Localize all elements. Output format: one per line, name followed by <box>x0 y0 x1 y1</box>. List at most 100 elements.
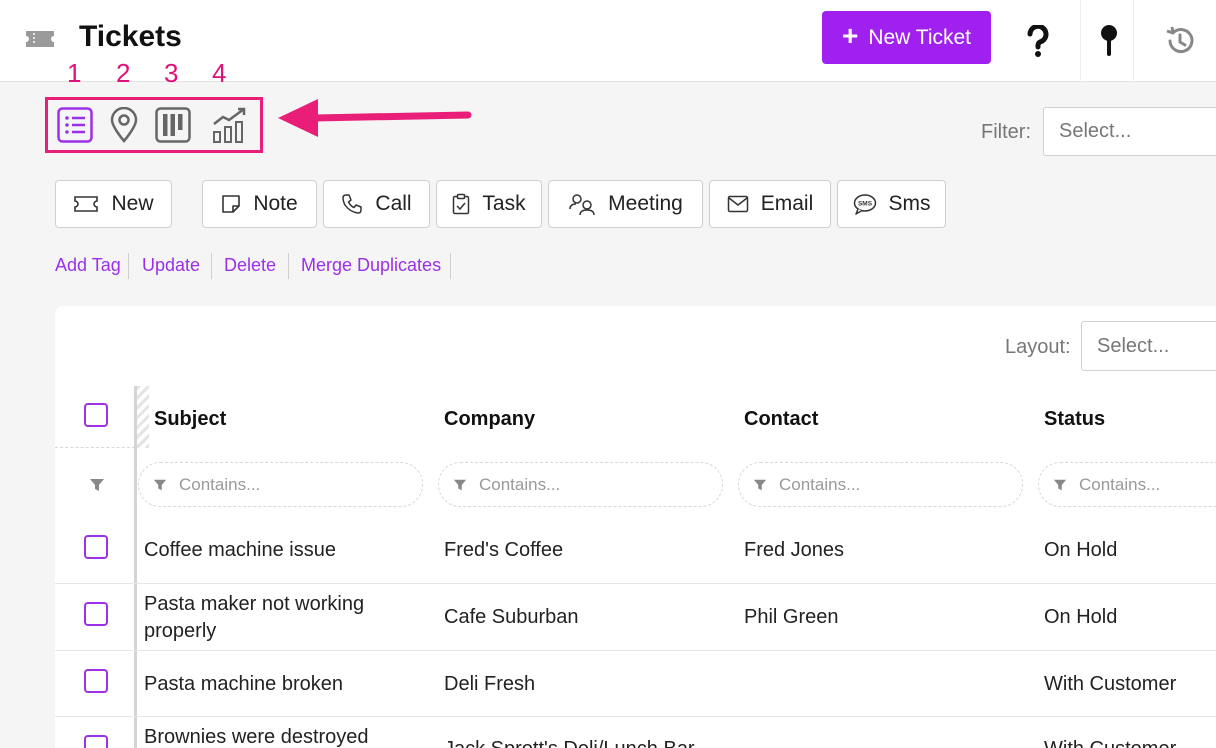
filter-select[interactable]: Select... <box>1043 107 1216 156</box>
new-button-label: New <box>111 192 154 215</box>
svg-text:SMS: SMS <box>857 201 872 208</box>
history-icon <box>1166 26 1194 54</box>
layout-label: Layout: <box>1005 336 1071 358</box>
help-button[interactable] <box>1010 0 1066 82</box>
chart-view-icon <box>213 107 246 143</box>
cell-status: With Customer <box>1044 673 1177 695</box>
row-checkbox[interactable] <box>84 669 108 693</box>
link-separator <box>450 253 451 279</box>
envelope-icon <box>727 195 748 213</box>
row-checkbox[interactable] <box>84 602 108 626</box>
column-header-subject[interactable]: Subject <box>154 408 226 431</box>
meeting-button[interactable]: Meeting <box>548 180 703 228</box>
filter-icon <box>753 479 767 490</box>
ticket-outline-icon <box>74 196 99 212</box>
layout-select[interactable]: Select... <box>1081 321 1216 371</box>
sms-button-label: Sms <box>888 192 931 215</box>
filter-icon <box>1053 479 1067 490</box>
cell-subject[interactable]: Pasta machine broken <box>144 671 343 698</box>
sms-icon: SMS <box>853 194 876 215</box>
plus-icon: + <box>841 19 859 51</box>
board-view-button[interactable] <box>154 106 192 144</box>
row-divider <box>55 650 1216 651</box>
cell-subject[interactable]: Pasta maker not working properly <box>144 591 414 645</box>
email-button[interactable]: Email <box>709 180 831 228</box>
call-button[interactable]: Call <box>323 180 430 228</box>
header-divider <box>55 447 135 448</box>
clipboard-check-icon <box>453 193 470 215</box>
annotation-arrow <box>278 99 472 137</box>
select-all-checkbox[interactable] <box>84 403 108 427</box>
annotation-number: 1 <box>67 58 82 88</box>
sms-button[interactable]: SMS Sms <box>837 180 946 228</box>
annotation-number: 4 <box>212 58 227 88</box>
column-header-status[interactable]: Status <box>1044 408 1105 431</box>
filter-icon <box>453 479 467 490</box>
page-title: Tickets <box>79 20 182 53</box>
board-view-icon <box>155 107 191 143</box>
update-link[interactable]: Update <box>142 255 200 276</box>
row-checkbox[interactable] <box>84 535 108 559</box>
frozen-column-divider <box>134 386 137 748</box>
list-view-icon <box>57 107 93 143</box>
cell-contact: Phil Green <box>744 606 839 628</box>
meeting-button-label: Meeting <box>608 192 683 215</box>
column-header-company[interactable]: Company <box>444 408 535 431</box>
add-tag-link[interactable]: Add Tag <box>55 255 121 276</box>
task-button[interactable]: Task <box>436 180 542 228</box>
header-divider <box>1133 0 1134 82</box>
company-filter-input[interactable]: Contains... <box>438 462 723 507</box>
note-icon <box>222 195 241 213</box>
cell-company: Fred's Coffee <box>444 539 564 561</box>
list-view-button[interactable] <box>56 106 94 144</box>
new-button[interactable]: New <box>55 180 172 228</box>
cell-company: Cafe Suburban <box>444 606 579 628</box>
filter-placeholder: Contains... <box>179 474 261 494</box>
row-divider <box>55 716 1216 717</box>
column-header-contact[interactable]: Contact <box>744 408 818 431</box>
cell-status: On Hold <box>1044 606 1118 628</box>
chart-view-button[interactable] <box>211 106 249 144</box>
link-separator <box>128 253 129 279</box>
filter-icon[interactable] <box>89 477 105 493</box>
page-header: Tickets + New Ticket <box>0 0 1216 82</box>
link-separator <box>288 253 289 279</box>
map-view-icon <box>110 107 138 143</box>
filter-placeholder: Contains... <box>1079 474 1161 494</box>
link-separator <box>211 253 212 279</box>
filter-placeholder: Contains... <box>479 474 561 494</box>
filter-icon <box>153 479 167 490</box>
cell-status: On Hold <box>1044 539 1118 561</box>
annotation-number: 3 <box>164 58 179 88</box>
contact-filter-input[interactable]: Contains... <box>738 462 1023 507</box>
cell-subject[interactable]: Brownies were destroyed <box>144 724 369 748</box>
pin-icon <box>1101 25 1117 56</box>
ticket-icon <box>26 31 54 47</box>
note-button[interactable]: Note <box>202 180 317 228</box>
subject-filter-input[interactable]: Contains... <box>138 462 423 507</box>
merge-duplicates-link[interactable]: Merge Duplicates <box>301 255 441 276</box>
status-filter-input[interactable]: Contains... <box>1038 462 1216 507</box>
layout-select-placeholder: Select... <box>1097 334 1170 357</box>
cell-status: With Customer <box>1044 736 1176 748</box>
history-button[interactable] <box>1152 0 1208 82</box>
phone-icon <box>342 194 363 214</box>
new-ticket-button[interactable]: + New Ticket <box>822 11 991 64</box>
filter-select-placeholder: Select... <box>1059 120 1132 142</box>
help-icon <box>1027 25 1049 57</box>
meeting-icon <box>569 194 595 216</box>
email-button-label: Email <box>760 192 814 215</box>
row-checkbox[interactable] <box>84 735 108 748</box>
cell-contact: Fred Jones <box>744 539 845 561</box>
delete-link[interactable]: Delete <box>224 255 276 276</box>
column-resize-handle[interactable] <box>137 386 149 448</box>
note-button-label: Note <box>253 192 298 215</box>
cell-subject[interactable]: Coffee machine issue <box>144 537 336 564</box>
new-ticket-label: New Ticket <box>868 25 972 49</box>
pin-button[interactable] <box>1081 0 1137 82</box>
row-divider <box>55 583 1216 584</box>
filter-placeholder: Contains... <box>779 474 861 494</box>
cell-company: Jack Sprott's Deli/Lunch Bar <box>444 736 714 748</box>
map-view-button[interactable] <box>105 106 143 144</box>
cell-company: Deli Fresh <box>444 673 536 695</box>
